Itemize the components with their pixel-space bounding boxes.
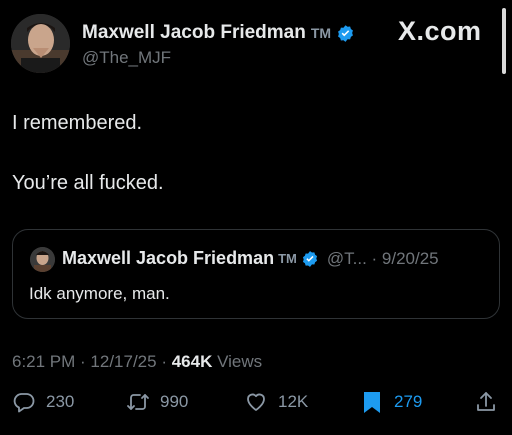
reply-icon xyxy=(13,393,35,413)
tweet-timestamp: 6:21 PM · 12/17/25 · 464K Views xyxy=(12,352,262,372)
quoted-handle-date: @T... · 9/20/25 xyxy=(326,248,439,268)
tweet-text-line-2: You’re all fucked. xyxy=(12,172,164,194)
action-bar: 230 990 12K 279 xyxy=(0,390,512,426)
trademark-label: TM xyxy=(310,25,332,41)
tweet-text-line-1: I remembered. xyxy=(12,112,143,134)
bookmark-button[interactable]: 279 xyxy=(360,390,422,414)
quoted-name-row: Maxwell Jacob Friedman TM @T... · 9/20/2… xyxy=(62,248,439,269)
author-name-row: Maxwell Jacob Friedman TM xyxy=(82,22,355,44)
time-date[interactable]: 6:21 PM · 12/17/25 · xyxy=(12,352,172,371)
repost-button[interactable]: 990 xyxy=(126,390,188,414)
bookmark-count: 279 xyxy=(394,392,423,411)
quoted-tweet-text: Idk anymore, man. xyxy=(29,284,170,303)
quoted-trademark-label: TM xyxy=(278,251,297,266)
quoted-tweet[interactable]: Maxwell Jacob Friedman TM @T... · 9/20/2… xyxy=(12,229,500,319)
author-handle[interactable]: @The_MJF xyxy=(82,48,171,68)
scrollbar[interactable] xyxy=(502,8,506,74)
reply-button[interactable]: 230 xyxy=(12,390,74,414)
views-label: Views xyxy=(212,352,263,371)
quoted-display-name: Maxwell Jacob Friedman xyxy=(62,248,275,268)
verified-badge-icon xyxy=(338,24,354,42)
like-count: 12K xyxy=(278,392,309,411)
verified-badge-icon xyxy=(302,250,317,267)
share-icon xyxy=(477,392,495,411)
views-count: 464K xyxy=(171,352,213,371)
heart-icon xyxy=(247,393,265,411)
author-avatar[interactable] xyxy=(11,14,70,73)
quoted-author-avatar xyxy=(30,247,55,272)
repost-icon xyxy=(127,394,149,410)
repost-count: 990 xyxy=(160,392,189,411)
author-display-name[interactable]: Maxwell Jacob Friedman xyxy=(82,22,306,44)
reply-count: 230 xyxy=(46,392,75,411)
share-button[interactable] xyxy=(474,390,498,414)
x-com-logo: X.com xyxy=(398,16,482,46)
bookmark-icon xyxy=(364,392,380,413)
like-button[interactable]: 12K xyxy=(244,390,308,414)
